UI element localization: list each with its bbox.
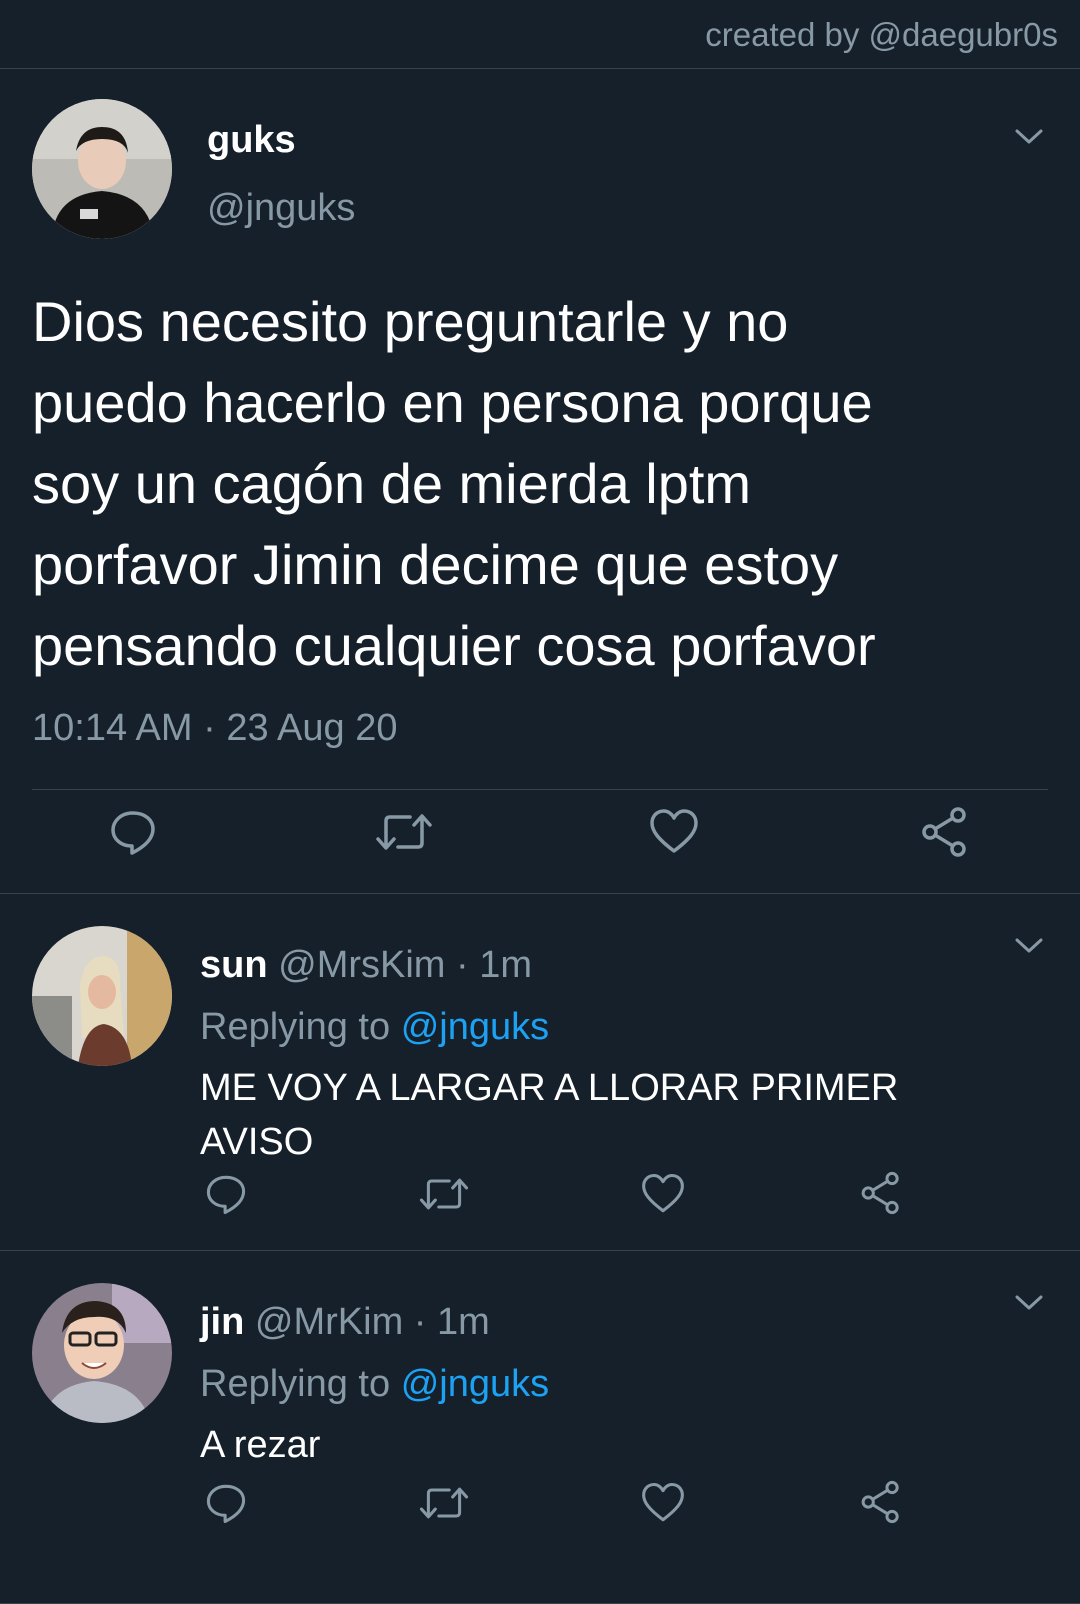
avatar[interactable] — [32, 1283, 172, 1423]
reply-time: · 1m — [456, 944, 533, 986]
user-handle[interactable]: @MrsKim — [278, 944, 445, 986]
replying-prefix: Replying to — [200, 1006, 391, 1048]
reply-text: A rezar — [200, 1424, 321, 1466]
mention-link[interactable]: @jnguks — [401, 1006, 549, 1048]
like-icon[interactable] — [640, 1172, 686, 1216]
avatar[interactable] — [32, 99, 172, 239]
replying-to: Replying to @jnguks — [200, 1006, 549, 1049]
user-handle[interactable]: @MrKim — [255, 1301, 403, 1343]
share-icon[interactable] — [858, 1170, 904, 1216]
mention-link[interactable]: @jnguks — [401, 1363, 549, 1405]
retweet-icon[interactable] — [374, 807, 434, 857]
like-icon[interactable] — [648, 807, 700, 857]
divider — [32, 789, 1048, 790]
chevron-down-icon[interactable] — [1014, 127, 1044, 147]
share-icon[interactable] — [918, 805, 972, 859]
reply-tweet[interactable]: jin @MrKim · 1m Replying to @jnguks A re… — [0, 1251, 1080, 1604]
reply-tweet[interactable]: sun @MrsKim · 1m Replying to @jnguks ME … — [0, 894, 1080, 1251]
avatar[interactable] — [32, 926, 172, 1066]
reply-header: jin @MrKim · 1m — [200, 1301, 490, 1344]
reply-header: sun @MrsKim · 1m — [200, 944, 532, 987]
display-name[interactable]: jin — [200, 1301, 244, 1343]
tweet-timestamp: 10:14 AM · 23 Aug 20 — [32, 707, 398, 749]
reply-text: ME VOY A LARGAR A LLORAR PRIMER AVISO — [200, 1067, 899, 1163]
replying-to: Replying to @jnguks — [200, 1363, 549, 1406]
main-tweet[interactable]: guks @jnguks Dios necesito preguntarle y… — [0, 69, 1080, 894]
reply-icon[interactable] — [204, 1172, 248, 1216]
tweet-thread-screen: created by @daegubr0s guks @jnguks Dios … — [0, 0, 1080, 1604]
like-icon[interactable] — [640, 1481, 686, 1525]
user-handle[interactable]: @jnguks — [207, 187, 355, 230]
retweet-icon[interactable] — [418, 1481, 470, 1525]
display-name[interactable]: guks — [207, 119, 296, 162]
chevron-down-icon[interactable] — [1014, 936, 1044, 956]
reply-icon[interactable] — [108, 807, 158, 857]
reply-time: · 1m — [413, 1301, 490, 1343]
reply-icon[interactable] — [204, 1481, 248, 1525]
tweet-text: Dios necesito preguntarle y no puedo hac… — [32, 290, 876, 677]
chevron-down-icon[interactable] — [1014, 1293, 1044, 1313]
display-name[interactable]: sun — [200, 944, 268, 986]
retweet-icon[interactable] — [418, 1172, 470, 1216]
share-icon[interactable] — [858, 1479, 904, 1525]
replying-prefix: Replying to — [200, 1363, 391, 1405]
credit-bar: created by @daegubr0s — [0, 0, 1080, 69]
credit-text: created by @daegubr0s — [705, 16, 1058, 53]
